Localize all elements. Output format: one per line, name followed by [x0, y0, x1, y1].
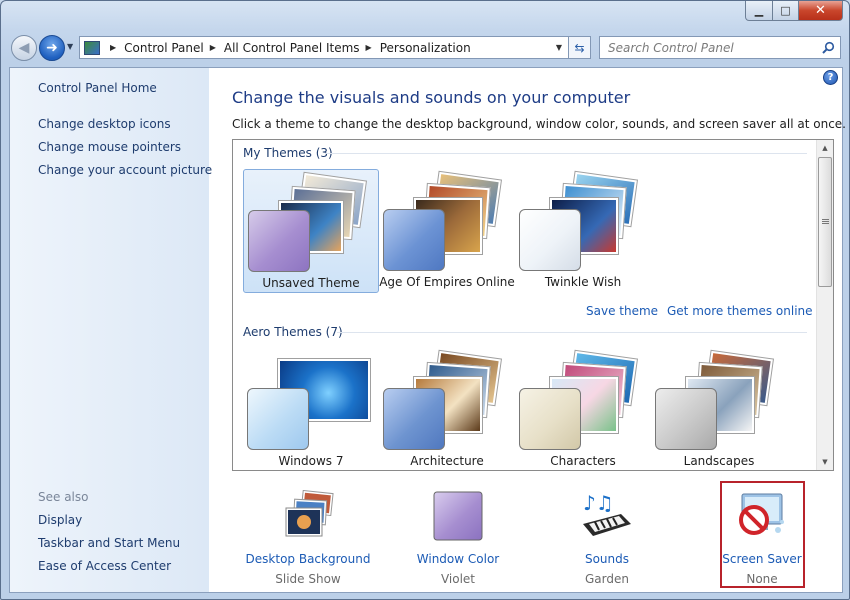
window-color-setting[interactable]: Window Color Violet	[388, 480, 528, 586]
theme-color-swatch	[655, 388, 717, 450]
theme-name: Windows 7	[278, 454, 344, 468]
desktop-background-setting[interactable]: Desktop Background Slide Show	[238, 480, 378, 586]
sidebar: Control Panel Home Change desktop icons …	[10, 68, 212, 592]
theme-name: Characters	[550, 454, 616, 468]
theme-color-swatch	[519, 388, 581, 450]
aero-themes-heading: Aero Themes (7)	[243, 325, 343, 339]
screen-saver-highlight	[720, 481, 805, 588]
change-account-picture-link[interactable]: Change your account picture	[38, 163, 212, 177]
minimize-button[interactable]: ▁	[745, 1, 773, 21]
close-button[interactable]: ✕	[799, 1, 843, 21]
recent-pages-dropdown[interactable]: ▼	[67, 42, 73, 51]
forward-button[interactable]: ➜	[39, 35, 65, 61]
my-themes-heading: My Themes (3)	[243, 146, 333, 160]
get-more-themes-link[interactable]: Get more themes online	[667, 304, 813, 318]
arrow-left-icon: ◀	[18, 40, 30, 56]
theme-preview	[655, 349, 783, 450]
theme-preview	[519, 349, 647, 450]
control-panel-home-link[interactable]: Control Panel Home	[38, 81, 157, 95]
theme-name: Unsaved Theme	[262, 276, 360, 290]
theme-architecture[interactable]: Architecture	[379, 348, 515, 470]
breadcrumb-separator[interactable]: ▶	[210, 43, 216, 52]
theme-name: Architecture	[410, 454, 484, 468]
desktop-background-link[interactable]: Desktop Background	[238, 552, 378, 566]
breadcrumb-personalization[interactable]: Personalization	[380, 41, 471, 55]
address-dropdown-icon[interactable]: ▼	[550, 43, 568, 52]
sounds-value: Garden	[585, 572, 629, 586]
theme-name: Age Of Empires Online	[379, 275, 515, 289]
breadcrumb-separator[interactable]: ▶	[366, 43, 372, 52]
theme-list[interactable]: My Themes (3) Unsaved Theme Age Of Empir…	[232, 139, 834, 471]
sounds-icon: ♪♫	[583, 491, 631, 536]
theme-landscapes[interactable]: Landscapes	[651, 348, 787, 470]
theme-twinkle-wish[interactable]: Twinkle Wish	[515, 169, 651, 293]
theme-name: Landscapes	[683, 454, 755, 468]
sounds-link[interactable]: Sounds	[537, 552, 677, 566]
breadcrumb-control-panel[interactable]: Control Panel	[124, 41, 204, 55]
theme-color-swatch	[247, 388, 309, 450]
theme-age-of-empires[interactable]: Age Of Empires Online	[379, 169, 515, 293]
theme-color-swatch	[383, 388, 445, 450]
refresh-icon: ⇆	[574, 40, 585, 55]
group-divider	[325, 153, 807, 154]
help-icon[interactable]: ?	[823, 70, 838, 85]
window-color-icon	[433, 491, 483, 541]
search-box[interactable]	[599, 36, 841, 59]
address-bar[interactable]: ▶ Control Panel ▶ All Control Panel Item…	[79, 36, 569, 59]
window-color-value: Violet	[440, 572, 476, 586]
sounds-setting[interactable]: ♪♫ Sounds Garden	[537, 480, 677, 586]
theme-windows-7[interactable]: Windows 7	[243, 348, 379, 470]
theme-list-scrollbar[interactable]: ▲ ▼	[816, 140, 833, 470]
theme-name: Twinkle Wish	[544, 275, 622, 289]
theme-preview	[383, 170, 511, 271]
save-theme-link[interactable]: Save theme	[586, 304, 658, 318]
theme-preview	[248, 171, 376, 272]
theme-unsaved[interactable]: Unsaved Theme	[243, 169, 379, 293]
breadcrumb-separator[interactable]: ▶	[110, 43, 116, 52]
desktop-background-icon	[285, 490, 334, 537]
change-mouse-pointers-link[interactable]: Change mouse pointers	[38, 140, 181, 154]
group-divider	[337, 332, 807, 333]
arrow-right-icon: ➜	[46, 40, 58, 56]
page-title: Change the visuals and sounds on your co…	[232, 88, 631, 107]
breadcrumb-all-items[interactable]: All Control Panel Items	[224, 41, 360, 55]
caption-buttons: ▁ □ ✕	[745, 1, 843, 21]
desktop-background-value: Slide Show	[275, 572, 341, 586]
theme-preview	[247, 352, 375, 450]
theme-characters[interactable]: Characters	[515, 348, 651, 470]
window-color-link[interactable]: Window Color	[388, 552, 528, 566]
theme-color-swatch	[519, 209, 581, 271]
content-area: Control Panel Home Change desktop icons …	[9, 67, 846, 593]
scroll-down-arrow[interactable]: ▼	[817, 454, 833, 470]
theme-preview	[519, 170, 647, 271]
scrollbar-thumb[interactable]	[818, 157, 832, 287]
theme-color-swatch	[248, 210, 310, 272]
theme-color-swatch	[383, 209, 445, 271]
page-description: Click a theme to change the desktop back…	[232, 117, 846, 131]
refresh-button[interactable]: ⇆	[569, 36, 591, 59]
change-desktop-icons-link[interactable]: Change desktop icons	[38, 117, 171, 131]
taskbar-start-menu-link[interactable]: Taskbar and Start Menu	[38, 536, 180, 550]
see-also-heading: See also	[38, 490, 89, 504]
display-link[interactable]: Display	[38, 513, 82, 527]
maximize-button[interactable]: □	[773, 1, 799, 21]
search-input[interactable]	[608, 40, 813, 55]
control-panel-icon	[84, 40, 100, 55]
ease-of-access-link[interactable]: Ease of Access Center	[38, 559, 171, 573]
svg-text:♪♫: ♪♫	[583, 491, 614, 515]
window-frame: ▁ □ ✕ ◀ ➜ ▼ ▶ Control Panel ▶ All Contro…	[0, 0, 850, 600]
theme-preview	[383, 349, 511, 450]
scroll-up-arrow[interactable]: ▲	[817, 140, 833, 156]
back-button[interactable]: ◀	[11, 35, 37, 61]
search-icon[interactable]	[822, 41, 835, 54]
